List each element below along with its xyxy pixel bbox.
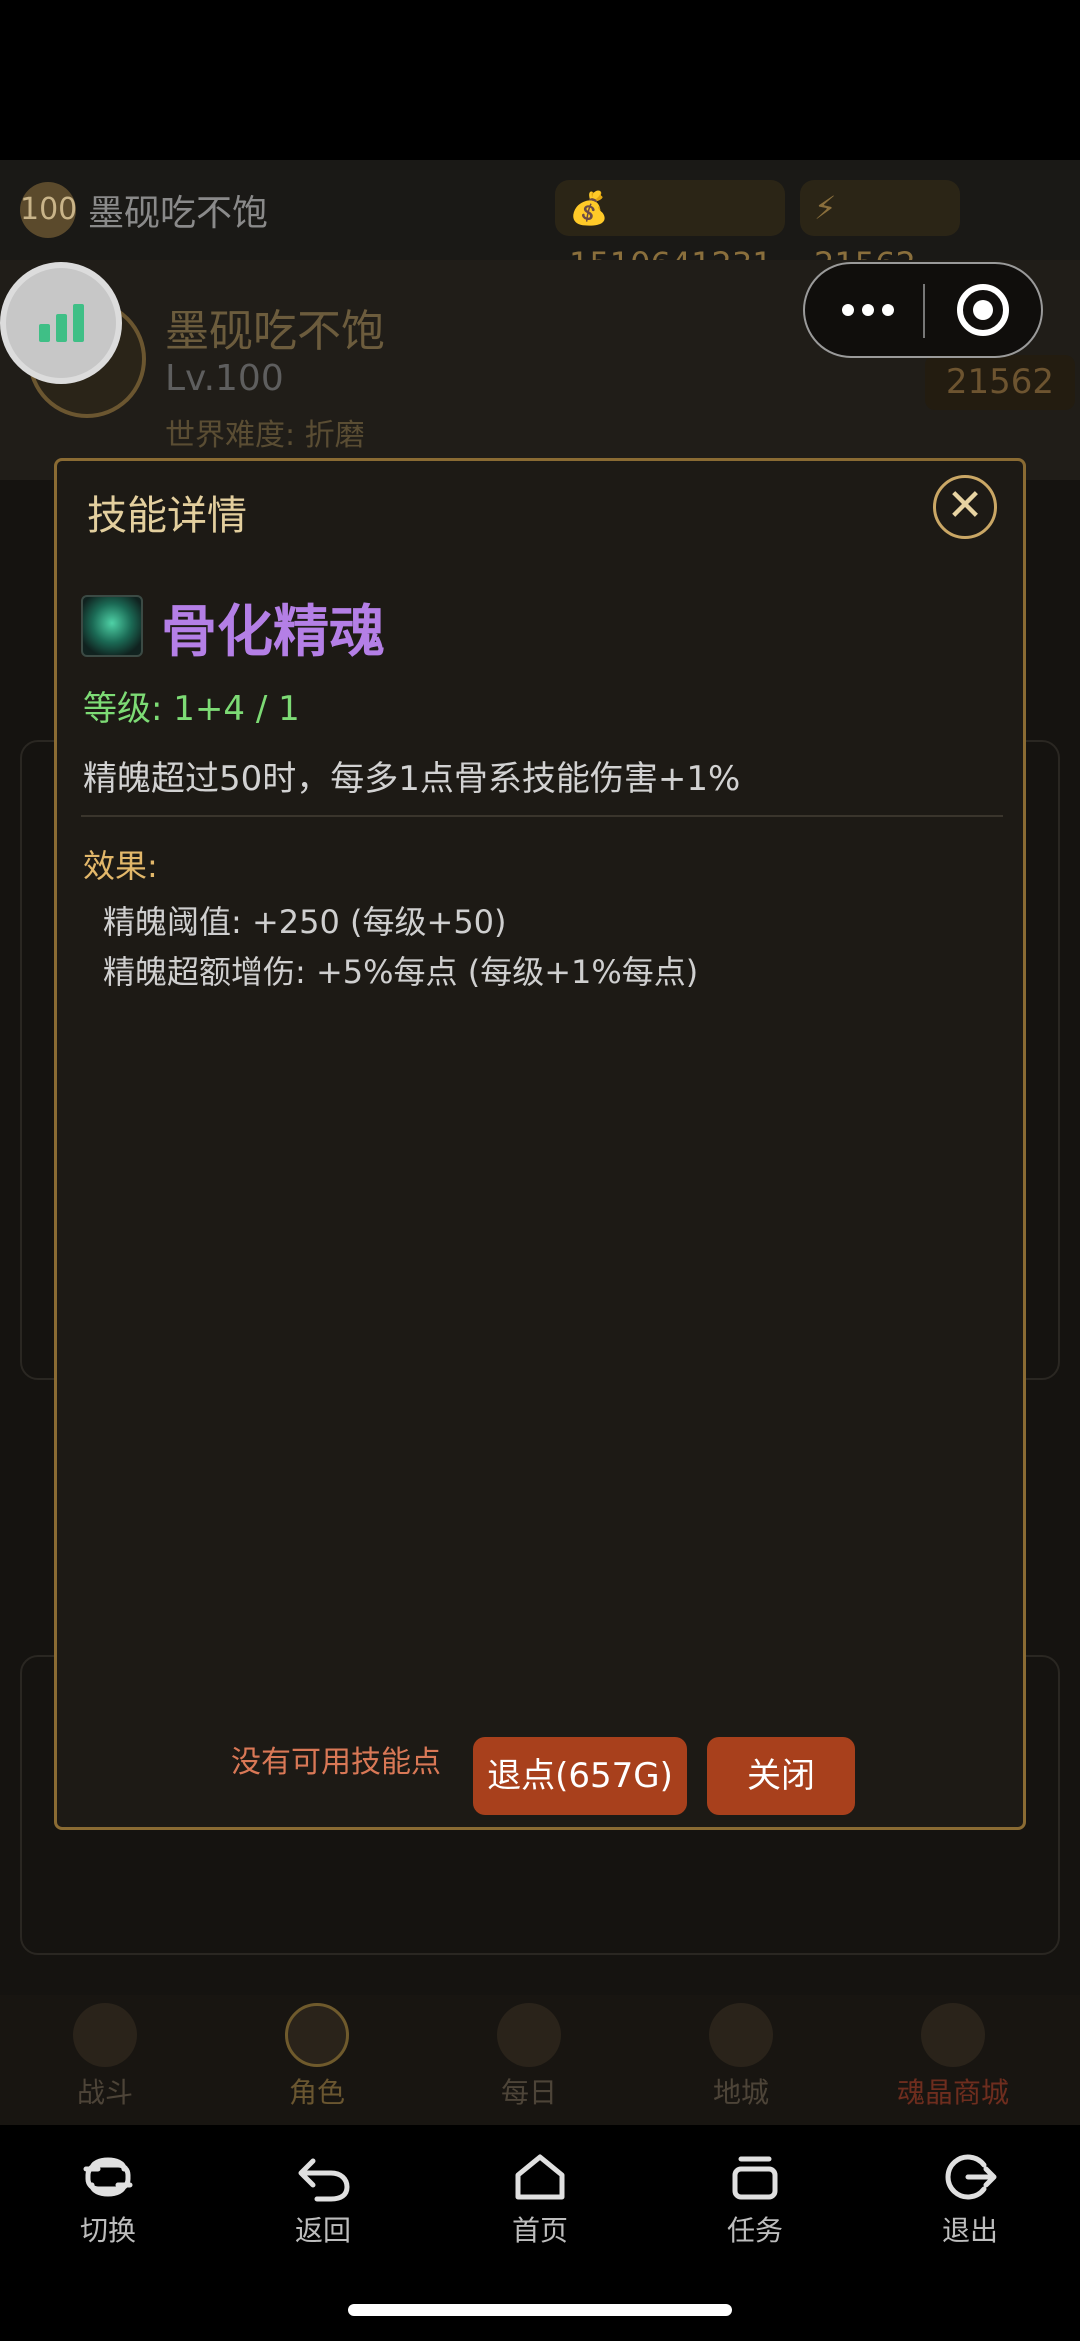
energy-box: 21562 [925,355,1075,410]
battle-icon [73,2003,137,2067]
nav-daily[interactable]: 每日 [424,1995,634,2125]
home-button[interactable]: 首页 [470,2147,610,2249]
close-miniprogram-icon[interactable] [957,284,1009,336]
close-icon[interactable]: ✕ [933,475,997,539]
stats-float-button[interactable] [0,262,122,384]
effect-line: 精魄阈值: +250 (每级+50) [103,903,507,941]
home-indicator[interactable] [348,2304,732,2316]
tasks-button[interactable]: 任务 [685,2147,825,2249]
skill-detail-modal: 技能详情 ✕ 骨化精魂 等级: 1+4 / 1 精魄超过50时，每多1点骨系技能… [54,458,1026,1830]
exit-label: 退出 [941,2214,998,2247]
nav-battle[interactable]: 战斗 [0,1995,210,2125]
skill-description: 精魄超过50时，每多1点骨系技能伤害+1% [83,759,741,799]
switch-button[interactable]: 切换 [38,2147,178,2249]
modal-title: 技能详情 [87,493,247,539]
profile-level: Lv.100 [165,358,284,399]
tasks-icon [685,2147,825,2207]
divider [81,815,1003,817]
bar-chart-icon-bar [72,304,84,342]
nav-label: 角色 [288,2076,345,2109]
nav-label: 战斗 [76,2076,133,2109]
tasks-label: 任务 [726,2214,783,2247]
more-menu-icon[interactable] [833,264,903,356]
exit-icon [900,2147,1040,2207]
nav-label: 魂晶商城 [896,2076,1009,2109]
skill-icon [81,595,143,657]
exit-button[interactable]: 退出 [900,2147,1040,2249]
miniprogram-capsule [803,262,1043,358]
nav-dungeon[interactable]: 地城 [636,1995,846,2125]
reset-points-button[interactable]: 退点(657G) [473,1737,687,1815]
switch-icon [38,2147,178,2207]
world-difficulty: 世界难度: 折磨 [165,418,365,453]
nav-label: 每日 [500,2076,557,2109]
home-icon [470,2147,610,2207]
shop-icon [921,2003,985,2067]
no-skill-points-text: 没有可用技能点 [231,1745,441,1780]
game-bottom-nav: 战斗 角色 每日 地城 魂晶商城 [0,1995,1080,2125]
back-button[interactable]: 返回 [253,2147,393,2249]
player-name: 墨砚吃不饱 [88,193,269,234]
close-button[interactable]: 关闭 [707,1737,855,1815]
bar-chart-icon-bar [55,314,67,342]
nav-character[interactable]: 角色 [212,1995,422,2125]
home-label: 首页 [511,2214,568,2247]
back-icon [253,2147,393,2207]
effect-line: 精魄超额增伤: +5%每点 (每级+1%每点) [103,953,699,991]
back-label: 返回 [294,2214,351,2247]
bar-chart-icon [38,324,50,342]
energy-counter: ⚡ 21562 [800,180,960,283]
capsule-divider [923,284,925,338]
character-icon [285,2003,349,2067]
profile-name: 墨砚吃不饱 [165,306,385,357]
skill-level: 等级: 1+4 / 1 [83,689,300,729]
effects-label: 效果: [83,847,158,885]
nav-label: 地城 [712,2076,769,2109]
skill-name: 骨化精魂 [161,600,385,665]
game-top-bar: 100 墨砚吃不饱 💰 1510641231 ⚡ 21562 [0,160,1080,283]
dungeon-icon [709,2003,773,2067]
gold-counter: 💰 1510641231 [555,180,785,283]
level-badge: 100 [20,182,77,238]
switch-label: 切换 [79,2214,136,2247]
nav-soul-crystal-shop[interactable]: 魂晶商城 [848,1995,1058,2125]
daily-icon [497,2003,561,2067]
